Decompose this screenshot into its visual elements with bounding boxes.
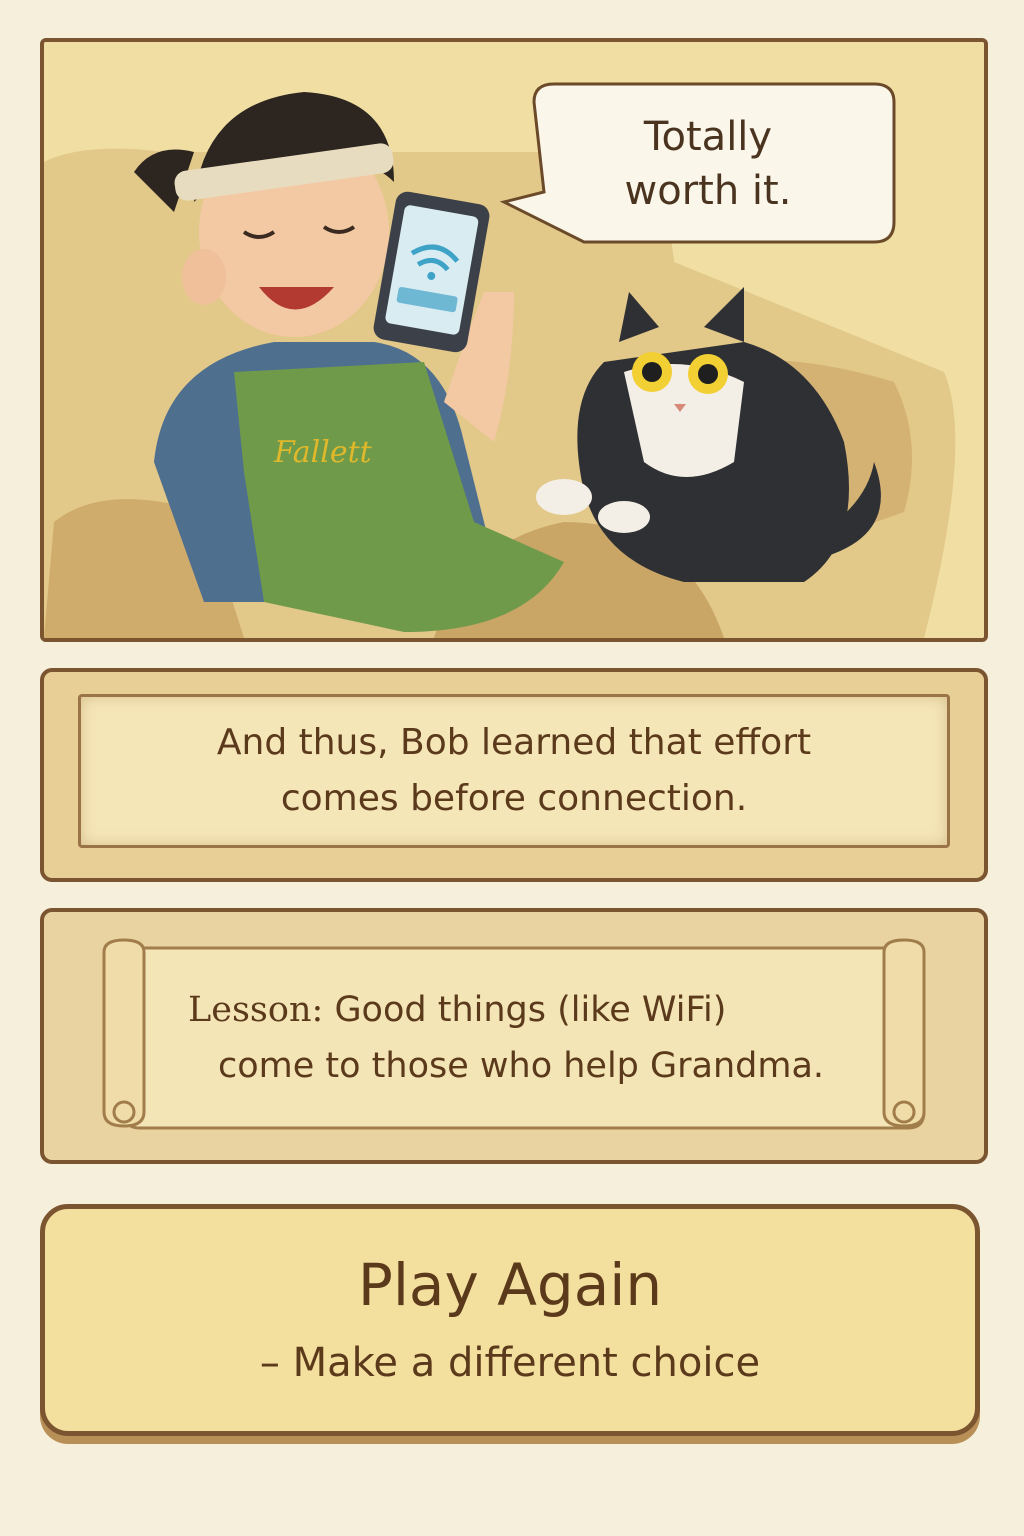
narration-line-1: And thus, Bob learned that effort — [216, 722, 812, 763]
lesson-text: Lesson: Good things (like WiFi) come to … — [174, 982, 874, 1094]
play-again-button[interactable]: Play Again – Make a different choice — [40, 1204, 980, 1436]
narration-line-2: comes before connection. — [280, 778, 748, 819]
speech-bubble: Totally worth it. — [499, 82, 896, 244]
lesson-panel: Lesson: Good things (like WiFi) come to … — [40, 908, 988, 1164]
lesson-label: Lesson: — [188, 990, 324, 1030]
lesson-line-2: come to those who help Grandma. — [218, 1046, 825, 1086]
scene-illustration: Fallett Totally worth it. — [44, 42, 984, 638]
apron-label: Fallett — [273, 435, 373, 470]
speech-line-2: worth it. — [625, 168, 792, 214]
scene-panel: Fallett Totally worth it. — [40, 38, 988, 642]
play-again-subtitle: – Make a different choice — [259, 1340, 761, 1386]
narration-plaque: And thus, Bob learned that effort comes … — [78, 694, 950, 848]
speech-line-1: Totally — [643, 114, 772, 160]
narration-panel: And thus, Bob learned that effort comes … — [40, 668, 988, 882]
lesson-line-1: Good things (like WiFi) — [334, 990, 727, 1030]
play-again-title: Play Again — [357, 1251, 663, 1319]
